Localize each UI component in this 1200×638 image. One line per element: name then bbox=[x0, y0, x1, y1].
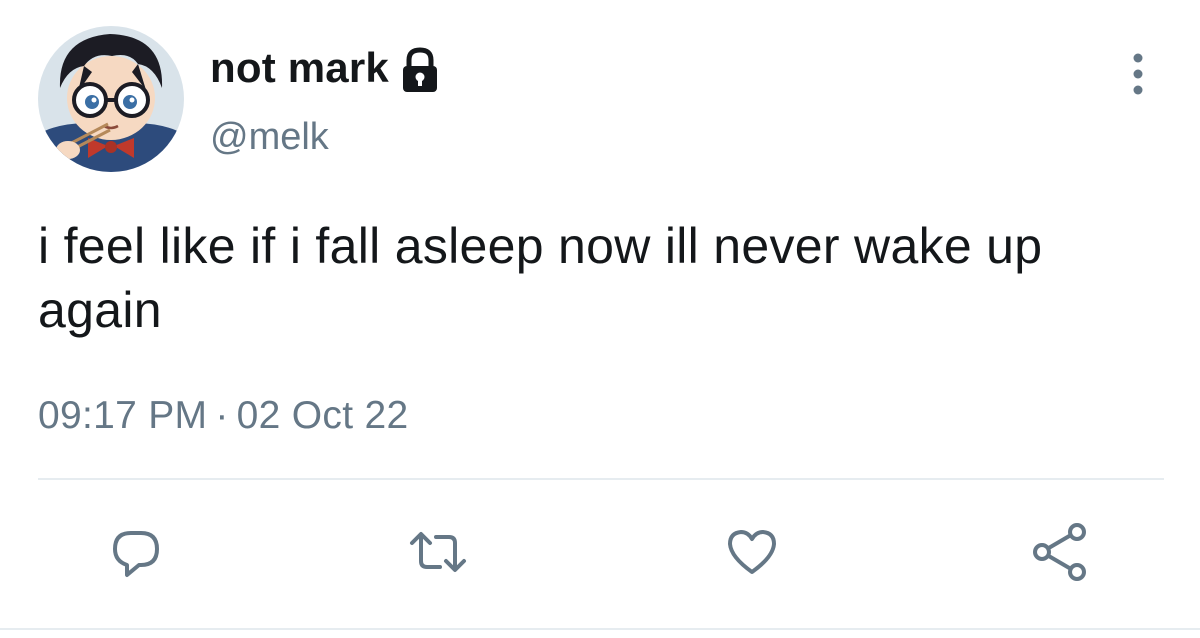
tweet-card: not mark @melk i feel like if i fall asl… bbox=[0, 0, 1200, 638]
heart-icon bbox=[728, 530, 776, 574]
like-button[interactable] bbox=[722, 522, 782, 582]
avatar-image bbox=[38, 26, 184, 172]
divider bbox=[38, 478, 1164, 480]
reply-button[interactable] bbox=[106, 522, 166, 582]
display-name-row: not mark bbox=[210, 40, 441, 96]
user-handle[interactable]: @melk bbox=[210, 116, 329, 159]
bottom-divider bbox=[0, 628, 1200, 630]
share-icon bbox=[1033, 523, 1086, 581]
share-button[interactable] bbox=[1030, 522, 1090, 582]
more-vertical-icon[interactable] bbox=[1124, 50, 1152, 98]
avatar[interactable] bbox=[38, 26, 184, 172]
tweet-date: 02 Oct 22 bbox=[236, 394, 409, 437]
tweet-time: 09:17 PM bbox=[38, 394, 208, 437]
tweet-timestamp[interactable]: 09:17 PM · 02 Oct 22 bbox=[38, 394, 408, 438]
timestamp-separator: · bbox=[215, 394, 229, 437]
lock-icon bbox=[399, 47, 441, 93]
tweet-text: i feel like if i fall asleep now ill nev… bbox=[38, 218, 1043, 338]
retweet-icon bbox=[410, 532, 466, 572]
reply-icon bbox=[113, 531, 159, 577]
retweet-button[interactable] bbox=[408, 522, 468, 582]
display-name[interactable]: not mark bbox=[210, 44, 389, 92]
